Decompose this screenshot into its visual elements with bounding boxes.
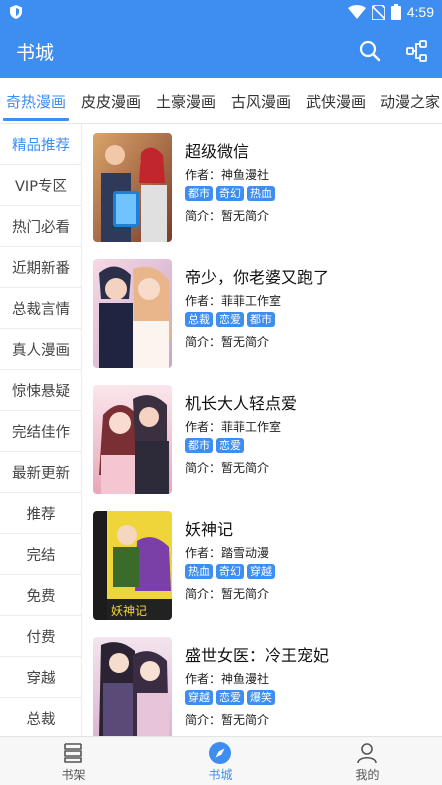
book-cover[interactable] — [93, 259, 172, 368]
sidebar-item-recommend[interactable]: 推荐 — [0, 493, 81, 534]
book-tags: 总裁 恋爱 都市 — [185, 312, 275, 327]
no-sim-icon — [371, 4, 385, 20]
book-cover[interactable] — [93, 637, 172, 736]
tag-badge: 恋爱 — [216, 438, 244, 453]
sidebar-item-free[interactable]: 免费 — [0, 575, 81, 616]
share-icon[interactable] — [405, 39, 429, 63]
sidebar-item-ceo-romance[interactable]: 总裁言情 — [0, 288, 81, 329]
book-cover[interactable]: 妖神记 — [93, 511, 172, 620]
tag-badge: 穿越 — [247, 564, 275, 579]
book-tags: 都市 恋爱 — [185, 438, 244, 453]
book-title: 帝少，你老婆又跑了 — [185, 268, 330, 287]
tab-dongmanzhijia[interactable]: 动漫之家 — [380, 91, 440, 112]
tab-qire[interactable]: 奇热漫画 — [6, 91, 66, 112]
user-icon — [357, 743, 377, 764]
sidebar-item-vip[interactable]: VIP专区 — [0, 165, 81, 206]
tab-pipi[interactable]: 皮皮漫画 — [81, 91, 141, 112]
book-author: 作者：踏雪动漫 — [185, 546, 270, 560]
tag-badge: 恋爱 — [216, 312, 244, 327]
nav-bookshelf[interactable]: 书架 — [0, 737, 147, 785]
sidebar-item-hot[interactable]: 热门必看 — [0, 206, 81, 247]
sidebar-item-live-action[interactable]: 真人漫画 — [0, 329, 81, 370]
list-item[interactable]: 盛世女医：冷王宠妃 作者：神鱼漫社 穿越 恋爱 爆笑 简介：暂无简介 — [82, 628, 442, 736]
sidebar-item-featured[interactable]: 精品推荐 — [0, 124, 81, 165]
book-intro: 简介：暂无简介 — [185, 461, 270, 475]
sidebar-item-ceo[interactable]: 总裁 — [0, 698, 81, 736]
book-title: 盛世女医：冷王宠妃 — [185, 646, 330, 665]
tag-badge: 热血 — [247, 186, 275, 201]
page-title: 书城 — [16, 42, 55, 64]
tag-badge: 奇幻 — [216, 564, 244, 579]
sidebar-item-latest[interactable]: 最新更新 — [0, 452, 81, 493]
sidebar-item-finished[interactable]: 完结 — [0, 534, 81, 575]
bottom-nav: 书架 书城 我的 — [0, 736, 442, 785]
book-title: 妖神记 — [185, 520, 234, 539]
bookshelf-icon — [64, 743, 82, 763]
book-author: 作者：菲菲工作室 — [185, 420, 282, 434]
tag-badge: 都市 — [247, 312, 275, 327]
sidebar-item-time-travel[interactable]: 穿越 — [0, 657, 81, 698]
wifi-icon — [347, 5, 366, 19]
book-intro: 简介：暂无简介 — [185, 587, 270, 601]
book-tags: 都市 奇幻 热血 — [185, 186, 275, 201]
list-item[interactable]: 超级微信 作者：神鱼漫社 都市 奇幻 热血 简介：暂无简介 — [82, 124, 442, 250]
book-list: 超级微信 作者：神鱼漫社 都市 奇幻 热血 简介：暂无简介 帝少，你老婆又跑了 … — [82, 124, 442, 736]
book-tags: 热血 奇幻 穿越 — [185, 564, 275, 579]
book-intro: 简介：暂无简介 — [185, 713, 270, 727]
nav-label: 书架 — [61, 768, 86, 782]
active-tab-indicator — [3, 118, 69, 121]
status-time: 4:59 — [406, 4, 434, 20]
sidebar-item-new-season[interactable]: 近期新番 — [0, 247, 81, 288]
tab-tuhao[interactable]: 土豪漫画 — [156, 91, 216, 112]
status-bar: 4:59 — [0, 0, 442, 24]
book-author: 作者：菲菲工作室 — [185, 294, 282, 308]
sidebar: 精品推荐 VIP专区 热门必看 近期新番 总裁言情 真人漫画 惊悚悬疑 完结佳作… — [0, 124, 82, 736]
tag-badge: 总裁 — [185, 312, 213, 327]
svg-text:妖神记: 妖神记 — [111, 604, 147, 618]
book-tags: 穿越 恋爱 爆笑 — [185, 690, 275, 705]
nav-label: 书城 — [208, 768, 233, 782]
tag-badge: 奇幻 — [216, 186, 244, 201]
list-item[interactable]: 帝少，你老婆又跑了 作者：菲菲工作室 总裁 恋爱 都市 简介：暂无简介 — [82, 250, 442, 376]
tag-badge: 爆笑 — [247, 690, 275, 705]
tab-wuxia[interactable]: 武侠漫画 — [306, 91, 366, 112]
tag-badge: 都市 — [185, 186, 213, 201]
sidebar-item-paid[interactable]: 付费 — [0, 616, 81, 657]
book-cover[interactable] — [93, 385, 172, 494]
book-cover[interactable] — [93, 133, 172, 242]
compass-icon — [209, 742, 231, 764]
nav-bookstore[interactable]: 书城 — [147, 737, 294, 785]
book-title: 机长大人轻点爱 — [185, 394, 298, 413]
nav-profile[interactable]: 我的 — [294, 737, 441, 785]
nav-label: 我的 — [355, 768, 380, 782]
book-intro: 简介：暂无简介 — [185, 209, 270, 223]
book-author: 作者：神鱼漫社 — [185, 672, 270, 686]
app-bar: 书城 — [0, 24, 442, 78]
sidebar-item-thriller[interactable]: 惊悚悬疑 — [0, 370, 81, 411]
search-icon[interactable] — [358, 39, 382, 63]
list-item[interactable]: 机长大人轻点爱 作者：菲菲工作室 都市 恋爱 简介：暂无简介 — [82, 376, 442, 502]
tag-badge: 恋爱 — [216, 690, 244, 705]
tag-badge: 穿越 — [185, 690, 213, 705]
book-author: 作者：神鱼漫社 — [185, 168, 270, 182]
book-title: 超级微信 — [185, 142, 250, 161]
book-intro: 简介：暂无简介 — [185, 335, 270, 349]
list-item[interactable]: 妖神记 妖神记 作者：踏雪动漫 热血 奇幻 穿越 简介：暂无简介 — [82, 502, 442, 628]
category-tabs: 奇热漫画 皮皮漫画 土豪漫画 古风漫画 武侠漫画 动漫之家 — [0, 78, 442, 124]
tag-badge: 都市 — [185, 438, 213, 453]
tab-gufeng[interactable]: 古风漫画 — [231, 91, 291, 112]
tag-badge: 热血 — [185, 564, 213, 579]
sidebar-item-finished-best[interactable]: 完结佳作 — [0, 411, 81, 452]
battery-icon — [390, 4, 401, 20]
shield-icon — [10, 5, 22, 19]
